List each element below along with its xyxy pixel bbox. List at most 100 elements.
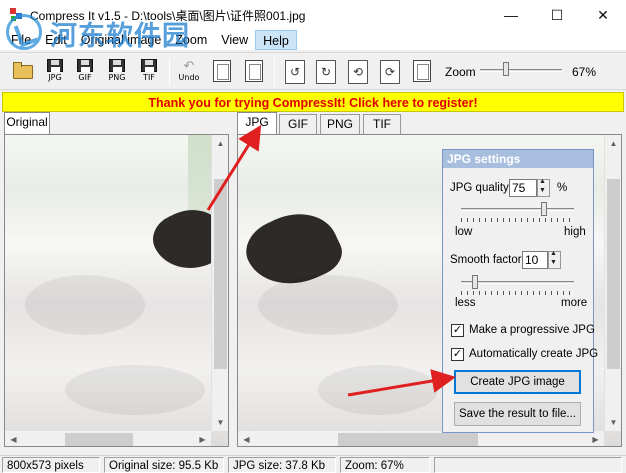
photo-shade (25, 275, 145, 335)
copy-button[interactable] (213, 60, 231, 82)
flip-vertical-button[interactable]: ⟳ (380, 60, 400, 84)
save-jpg-button[interactable]: JPG (40, 57, 70, 87)
status-zoom: Zoom: 67% (340, 457, 430, 473)
vertical-scrollbar[interactable]: ▲ ▼ (211, 135, 228, 431)
smooth-more-label: more (561, 297, 588, 309)
jpg-quality-input[interactable]: 75 (509, 179, 537, 197)
menu-help[interactable]: Help (255, 30, 297, 50)
quality-high-label: high (564, 226, 586, 238)
menu-original-image[interactable]: Original image (74, 30, 169, 50)
jpg-quality-spinner[interactable] (537, 178, 550, 197)
status-jpg-size: JPG size: 37.8 Kb (228, 457, 336, 473)
progressive-jpg-label: Make a progressive JPG (469, 324, 595, 336)
jpg-quality-slider-track[interactable] (461, 208, 574, 211)
horizontal-scrollbar[interactable]: ◀ ▶ (5, 430, 211, 446)
jpg-settings-title: JPG settings (443, 150, 593, 168)
menu-zoom[interactable]: Zoom (168, 30, 214, 50)
smooth-factor-slider-thumb[interactable] (471, 275, 478, 289)
scroll-up-icon[interactable]: ▲ (212, 135, 228, 152)
rotate-right-button[interactable]: ↻ (316, 60, 336, 84)
menu-file[interactable]: File (4, 30, 38, 50)
open-folder-icon (13, 62, 33, 79)
toolbar-separator (274, 58, 275, 86)
save-gif-label: GIF (78, 73, 92, 82)
progressive-jpg-checkbox[interactable]: ✓ (451, 324, 464, 337)
scroll-right-icon[interactable]: ▶ (587, 431, 604, 446)
paste-button[interactable] (245, 60, 263, 82)
resize-button[interactable] (413, 60, 431, 82)
zoom-slider-track[interactable] (480, 69, 562, 72)
save-png-button[interactable]: PNG (102, 57, 132, 87)
smooth-factor-label: Smooth factor: (450, 254, 525, 266)
jpg-quality-unit: % (557, 182, 568, 194)
zoom-value: 67% (572, 65, 597, 79)
rotate-left-button[interactable]: ↺ (285, 60, 305, 84)
scroll-up-icon[interactable]: ▲ (605, 135, 621, 152)
register-banner[interactable]: Thank you for trying CompressIt! Click h… (2, 92, 624, 112)
app-icon[interactable] (8, 7, 24, 23)
scroll-thumb[interactable] (338, 433, 478, 446)
create-jpg-button[interactable]: Create JPG image (454, 370, 581, 394)
smooth-less-label: less (455, 297, 476, 309)
save-tif-button[interactable]: TIF (134, 57, 164, 87)
status-empty (434, 457, 622, 473)
floppy-icon (141, 59, 157, 72)
tab-jpg[interactable]: JPG (237, 112, 277, 134)
window-title: Compress It v1.5 - D:\tools\桌面\图片\证件照001… (30, 8, 306, 23)
tab-png[interactable]: PNG (320, 114, 360, 134)
jpg-quality-slider-thumb[interactable] (541, 202, 548, 216)
smooth-factor-input[interactable]: 10 (522, 251, 548, 269)
save-gif-button[interactable]: GIF (70, 57, 100, 87)
photo-shade (318, 365, 438, 415)
tab-tif[interactable]: TIF (363, 114, 401, 134)
zoom-slider-thumb[interactable] (502, 62, 509, 76)
status-bar: 800x573 pixels Original size: 95.5 Kb JP… (0, 455, 626, 473)
menu-view[interactable]: View (214, 30, 255, 50)
title-bar: Compress It v1.5 - D:\tools\桌面\图片\证件照001… (0, 0, 626, 30)
save-jpg-label: JPG (48, 73, 62, 82)
undo-label: Undo (178, 73, 200, 82)
scroll-right-icon[interactable]: ▶ (194, 431, 211, 446)
jpg-quality-label: JPG quality: (450, 182, 512, 194)
floppy-icon (47, 59, 63, 72)
save-tif-label: TIF (143, 73, 155, 82)
photo-shade (65, 365, 205, 415)
undo-icon: ↶ (183, 58, 195, 73)
close-button[interactable]: ✕ (580, 0, 626, 30)
undo-button[interactable]: ↶ Undo (174, 57, 204, 87)
menu-edit[interactable]: Edit (38, 30, 74, 50)
smooth-factor-slider-track[interactable] (461, 281, 574, 284)
tab-gif[interactable]: GIF (279, 114, 317, 134)
auto-create-jpg-label: Automatically create JPG (469, 348, 599, 360)
original-photo (5, 135, 228, 446)
open-button[interactable] (8, 57, 38, 87)
scroll-thumb[interactable] (65, 433, 133, 446)
scroll-down-icon[interactable]: ▼ (212, 414, 228, 431)
checkmark-icon: ✓ (452, 348, 463, 360)
save-png-label: PNG (108, 73, 126, 82)
smooth-factor-spinner[interactable] (548, 250, 561, 269)
original-image-pane[interactable]: ▲ ▼ ◀ ▶ (4, 134, 229, 447)
flip-horizontal-button[interactable]: ⟲ (348, 60, 368, 84)
floppy-icon (109, 59, 125, 72)
zoom-label: Zoom (445, 65, 476, 79)
scroll-left-icon[interactable]: ◀ (5, 431, 22, 446)
slider-ticks (461, 291, 574, 295)
scroll-down-icon[interactable]: ▼ (605, 414, 621, 431)
menu-bar: File Edit Original image Zoom View Help (0, 30, 626, 50)
maximize-button[interactable]: ☐ (534, 0, 580, 30)
scroll-thumb[interactable] (214, 179, 227, 369)
scroll-left-icon[interactable]: ◀ (238, 431, 255, 446)
floppy-icon (77, 59, 93, 72)
auto-create-jpg-checkbox[interactable]: ✓ (451, 348, 464, 361)
tab-original[interactable]: Original (4, 112, 50, 134)
minimize-button[interactable]: — (488, 0, 534, 30)
checkmark-icon: ✓ (452, 324, 463, 336)
save-result-button[interactable]: Save the result to file... (454, 402, 581, 426)
toolbar-separator (169, 58, 170, 86)
status-dimensions: 800x573 pixels (2, 457, 100, 473)
vertical-scrollbar[interactable]: ▲ ▼ (604, 135, 621, 431)
quality-low-label: low (455, 226, 473, 238)
slider-ticks (461, 218, 574, 222)
scroll-thumb[interactable] (607, 179, 620, 369)
